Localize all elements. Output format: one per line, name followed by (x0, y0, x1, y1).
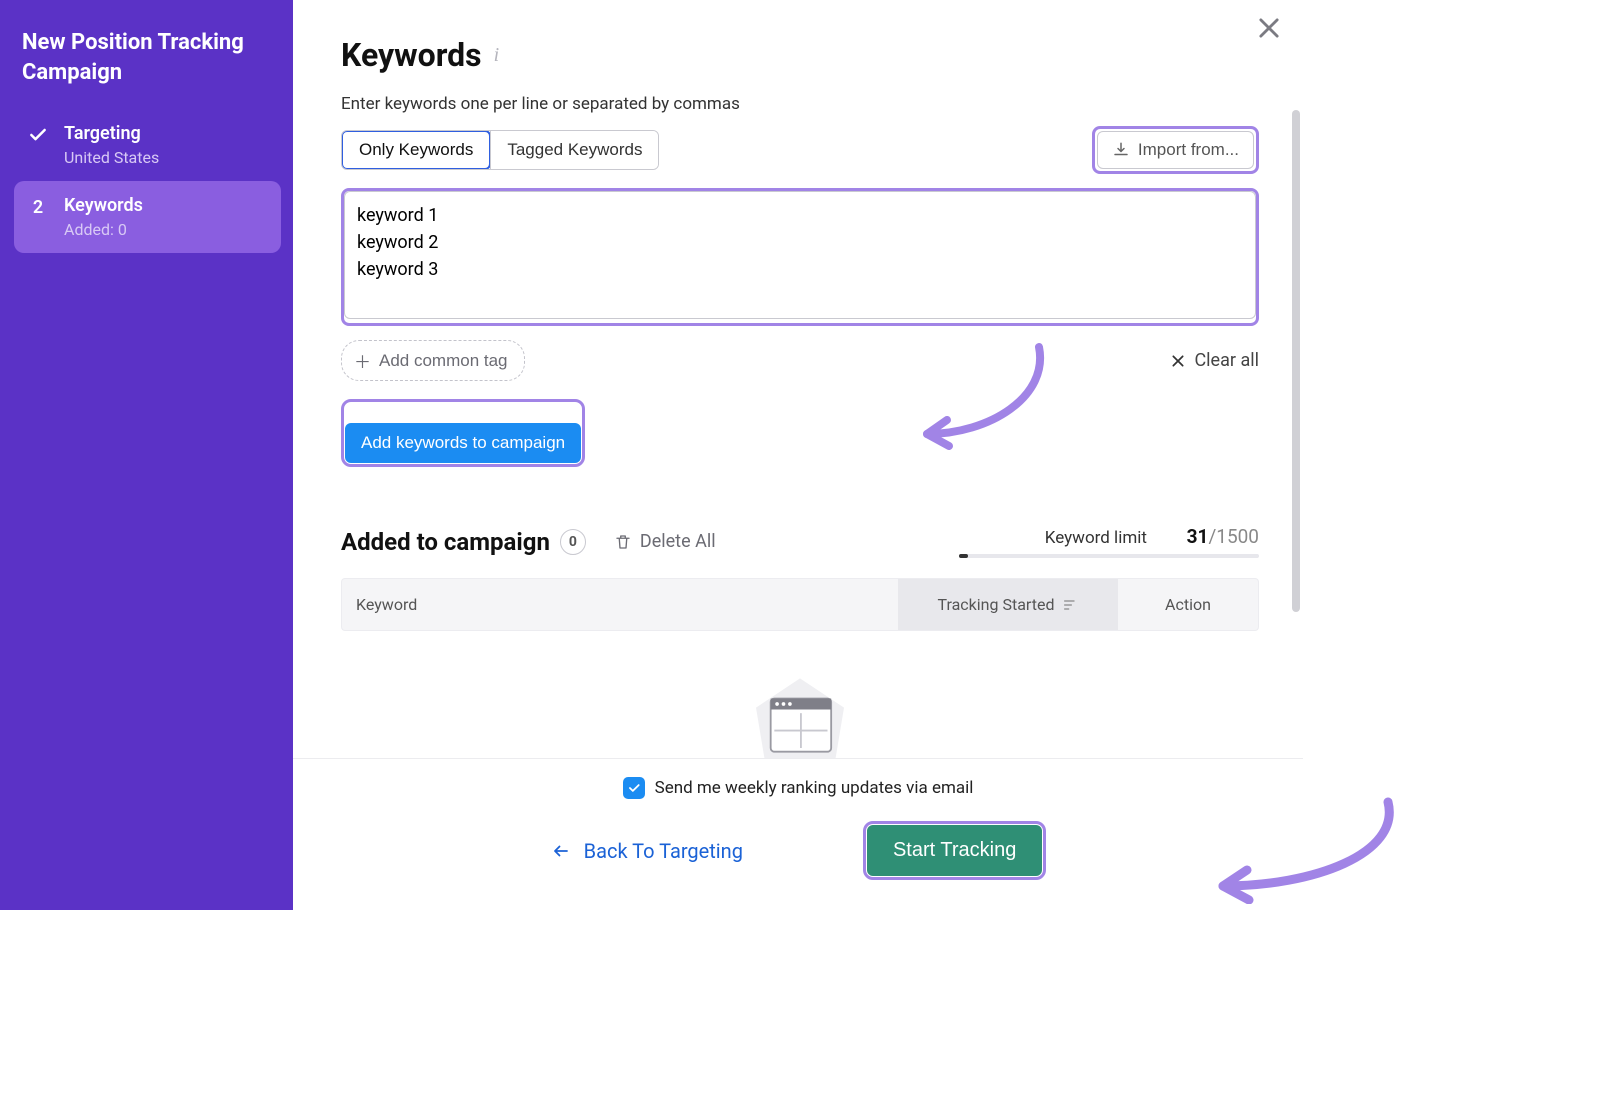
page-title: Keywords i (341, 36, 1259, 74)
step-name: Keywords (64, 195, 143, 216)
step-number: 2 (33, 197, 43, 218)
instructions: Enter keywords one per line or separated… (341, 94, 1259, 114)
step-name: Targeting (64, 123, 159, 144)
step-keywords[interactable]: 2 Keywords Added: 0 (14, 181, 281, 253)
download-icon (1112, 141, 1130, 159)
campaign-count-badge: 0 (560, 529, 586, 555)
col-tracking-started[interactable]: Tracking Started (898, 579, 1118, 630)
close-button[interactable] (1255, 14, 1283, 42)
col-action: Action (1118, 579, 1258, 630)
add-common-tag-button[interactable]: ＋ Add common tag (341, 340, 525, 381)
keywords-textarea[interactable] (344, 191, 1256, 319)
delete-all-button[interactable]: Delete All (614, 531, 716, 552)
sidebar-title: New Position Tracking Campaign (14, 28, 281, 109)
tab-tagged-keywords[interactable]: Tagged Keywords (490, 131, 658, 169)
info-icon[interactable]: i (494, 44, 500, 67)
campaign-table-header: Keyword Tracking Started Action (341, 578, 1259, 631)
import-button[interactable]: Import from... (1097, 131, 1254, 169)
scrollbar[interactable] (1292, 110, 1300, 612)
step-targeting[interactable]: Targeting United States (14, 109, 281, 181)
arrow-left-icon (550, 842, 572, 860)
clear-all-button[interactable]: Clear all (1170, 350, 1259, 371)
sidebar: New Position Tracking Campaign Targeting… (0, 0, 293, 910)
col-keyword: Keyword (342, 579, 898, 630)
step-sub: Added: 0 (64, 220, 143, 239)
add-keywords-button[interactable]: Add keywords to campaign (345, 423, 581, 463)
start-tracking-button[interactable]: Start Tracking (867, 825, 1042, 876)
trash-icon (614, 533, 632, 551)
tab-only-keywords[interactable]: Only Keywords (341, 130, 491, 170)
campaign-title: Added to campaign 0 (341, 528, 586, 556)
weekly-updates-label: Send me weekly ranking updates via email (655, 778, 974, 798)
close-icon (1170, 353, 1186, 369)
check-icon (26, 123, 50, 145)
step-sub: United States (64, 148, 159, 167)
plus-icon: ＋ (354, 348, 371, 373)
keyword-mode-toggle: Only Keywords Tagged Keywords (341, 130, 659, 170)
footer-bar: Send me weekly ranking updates via email… (293, 758, 1303, 910)
back-to-targeting-link[interactable]: Back To Targeting (550, 839, 743, 863)
weekly-updates-checkbox[interactable] (623, 777, 645, 799)
sort-icon (1062, 597, 1078, 613)
keyword-limit: Keyword limit 31/1500 (959, 525, 1259, 558)
